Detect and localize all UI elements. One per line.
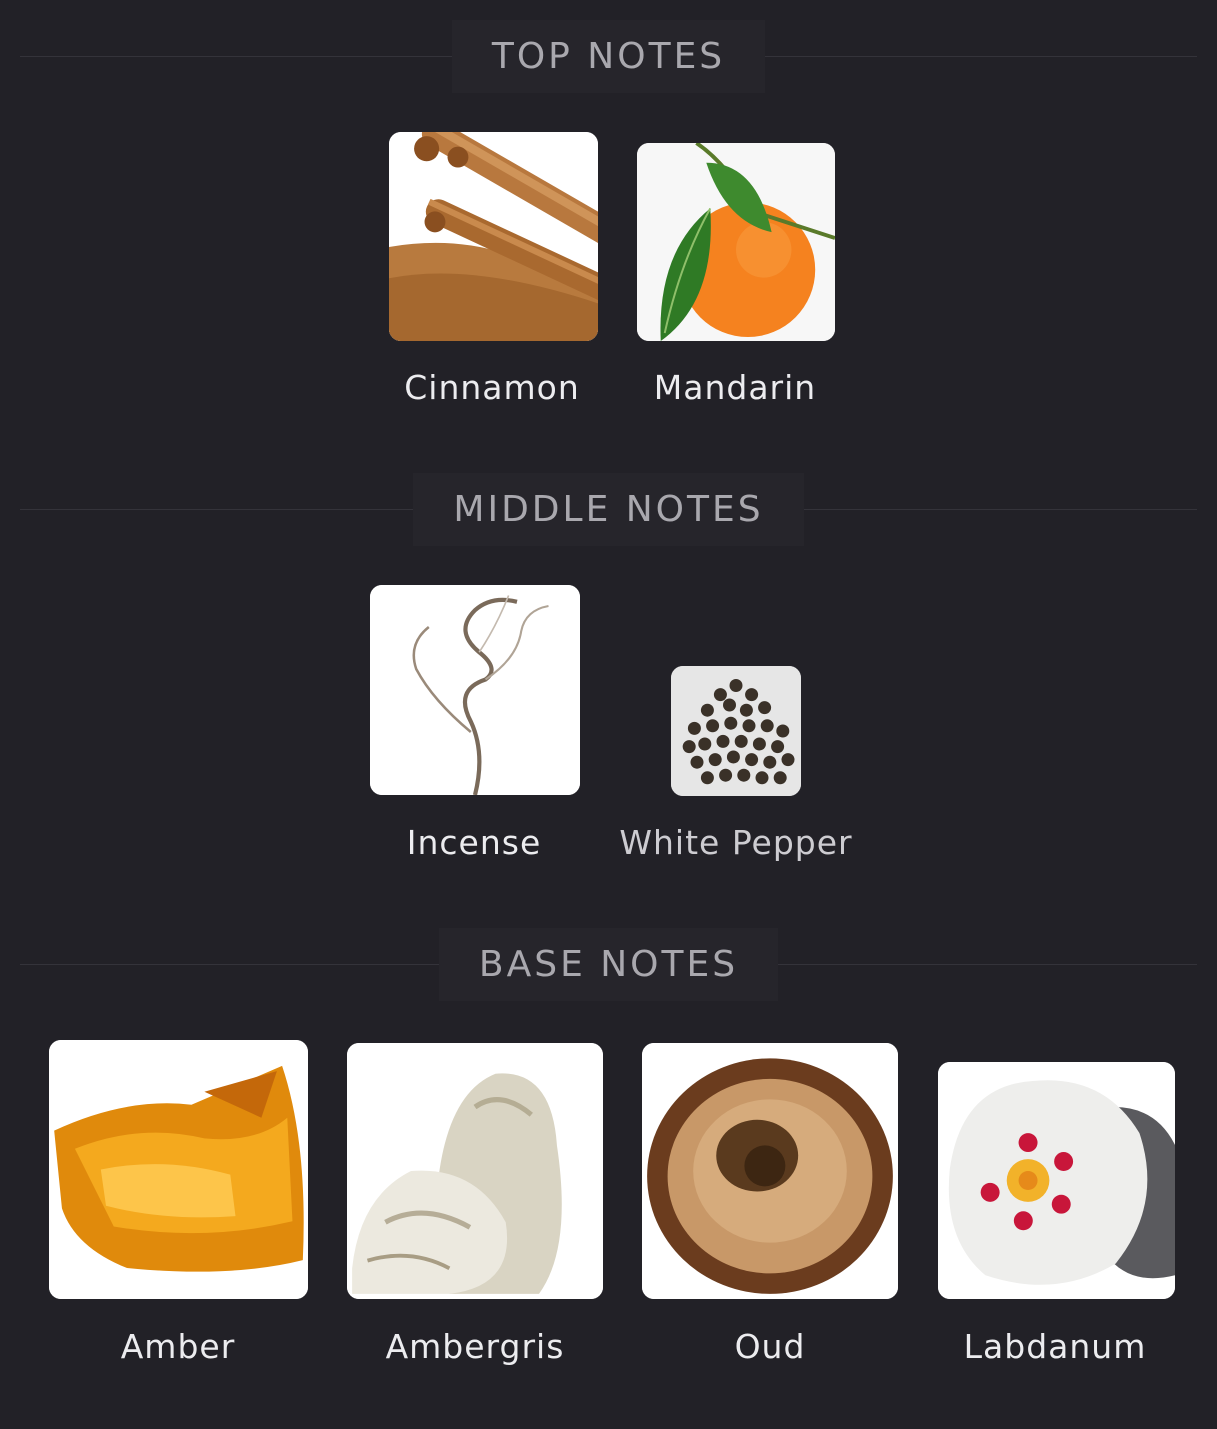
note-label-incense: Incense xyxy=(406,823,542,862)
divider xyxy=(20,509,414,510)
note-label-cinnamon: Cinnamon xyxy=(404,368,580,407)
white-pepper-icon[interactable] xyxy=(671,666,801,796)
divider xyxy=(803,509,1197,510)
section-header-top-notes: TOP NOTES xyxy=(0,20,1217,93)
amber-icon[interactable] xyxy=(49,1040,308,1299)
divider xyxy=(778,964,1197,965)
section-header-base-notes: BASE NOTES xyxy=(0,928,1217,1001)
oud-icon[interactable] xyxy=(642,1043,898,1299)
divider xyxy=(20,964,439,965)
divider xyxy=(20,56,452,57)
note-label-ambergris: Ambergris xyxy=(385,1327,565,1366)
section-title: MIDDLE NOTES xyxy=(413,473,804,546)
divider xyxy=(765,56,1197,57)
section-title: BASE NOTES xyxy=(438,928,779,1001)
labdanum-icon[interactable] xyxy=(938,1062,1175,1299)
incense-icon[interactable] xyxy=(370,585,580,795)
note-label-oud: Oud xyxy=(734,1327,806,1366)
cinnamon-icon[interactable] xyxy=(389,132,598,341)
ambergris-icon[interactable] xyxy=(347,1043,603,1299)
section-title: TOP NOTES xyxy=(451,20,766,93)
note-label-white-pepper: White Pepper xyxy=(619,823,853,862)
mandarin-icon[interactable] xyxy=(637,143,835,341)
note-label-labdanum: Labdanum xyxy=(963,1327,1147,1366)
note-label-mandarin: Mandarin xyxy=(653,368,817,407)
section-header-middle-notes: MIDDLE NOTES xyxy=(0,473,1217,546)
note-label-amber: Amber xyxy=(120,1327,236,1366)
